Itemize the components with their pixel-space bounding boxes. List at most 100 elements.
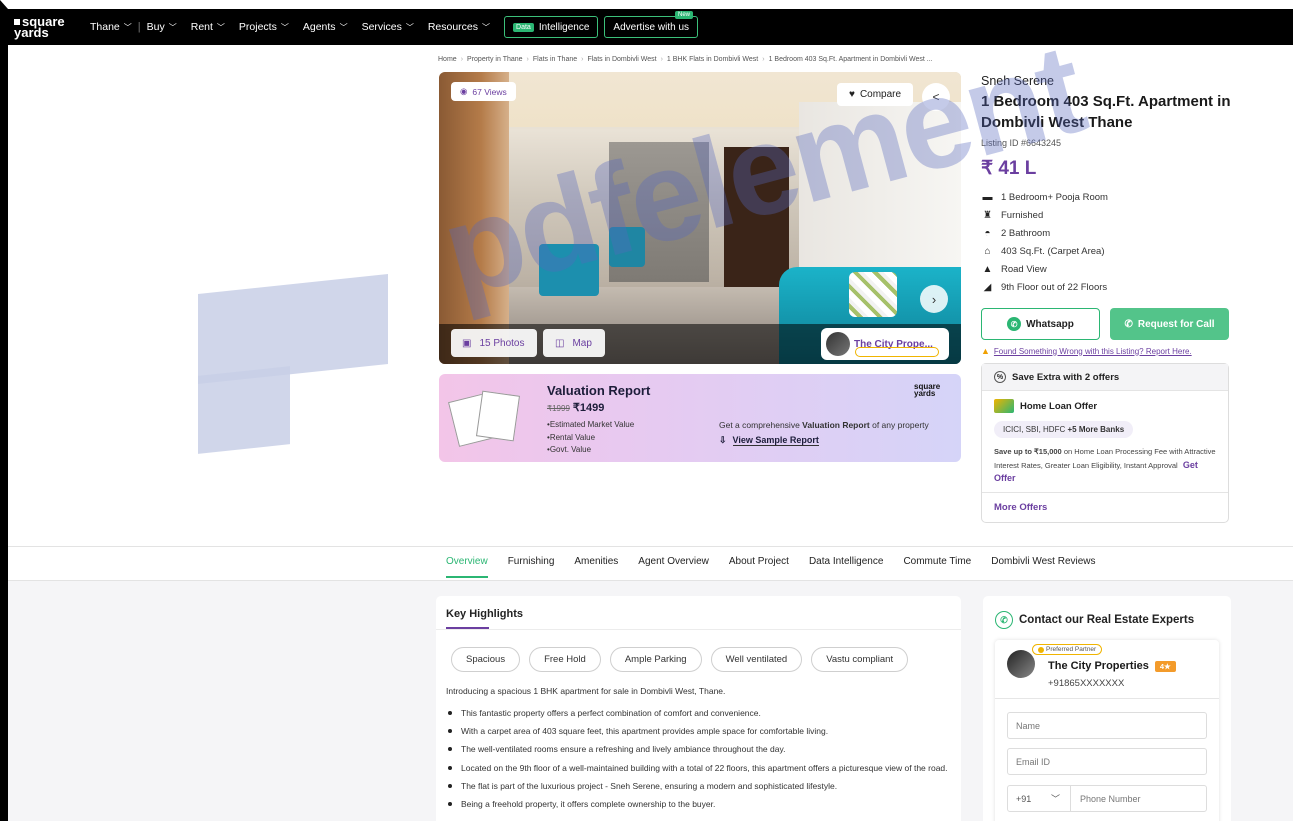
- chevron-down-icon: ﹀: [168, 22, 177, 32]
- more-offers-link[interactable]: More Offers: [982, 493, 1228, 522]
- list-item: Located on the 9th floor of a well-maint…: [446, 759, 956, 777]
- nav-item-buy[interactable]: Buy ﹀: [147, 21, 177, 33]
- feature-text: 2 Bathroom: [1001, 227, 1051, 239]
- whatsapp-button[interactable]: ✆ Whatsapp: [981, 308, 1100, 340]
- chevron-right-icon: ›: [762, 56, 765, 63]
- tab-overview[interactable]: Overview: [446, 556, 488, 578]
- listing-id: Listing ID #6643245: [981, 138, 1062, 148]
- breadcrumb-item[interactable]: Home: [438, 56, 457, 63]
- tab-furnishing[interactable]: Furnishing: [508, 556, 555, 578]
- highlight-pill: Ample Parking: [609, 647, 702, 672]
- listing-title: 1 Bedroom 403 Sq.Ft. Apartment in Dombiv…: [981, 93, 1231, 131]
- photo-chair: [609, 227, 645, 267]
- valuation-report-banner[interactable]: Valuation Report ₹1999₹1499 Estimated Ma…: [439, 374, 961, 462]
- breadcrumb-item[interactable]: Flats in Thane: [533, 56, 577, 63]
- squareyards-logo[interactable]: square yards: [8, 12, 72, 42]
- breadcrumb-item[interactable]: Property in Thane: [467, 56, 523, 63]
- nav-item-thane[interactable]: Thane ﹀: [90, 21, 132, 33]
- logo-text-bottom: yards: [914, 389, 936, 398]
- offers-title: Save Extra with 2 offers: [1012, 371, 1120, 383]
- share-button[interactable]: <: [922, 83, 950, 111]
- advertise-button[interactable]: Advertise with us New: [604, 11, 699, 38]
- map-button[interactable]: ◫ Map: [543, 329, 605, 357]
- nav-item-rent[interactable]: Rent ﹀: [191, 21, 225, 33]
- top-nav: square yards Thane ﹀ | Buy ﹀ Rent ﹀ Project…: [8, 9, 1293, 45]
- list-item: This fantastic property offers a perfect…: [446, 704, 956, 722]
- sofa-icon: ♜: [983, 209, 992, 221]
- chevron-down-icon: ﹀: [216, 22, 225, 32]
- home-icon: ⌂: [984, 245, 991, 257]
- highlight-pill: Well ventilated: [710, 647, 803, 672]
- image-icon: ▣: [462, 337, 472, 349]
- contact-header: ✆ Contact our Real Estate Experts: [995, 611, 1194, 629]
- tab-amenities[interactable]: Amenities: [574, 556, 618, 578]
- stairs-icon: ◢: [983, 281, 992, 293]
- page: square yards Thane ﹀ | Buy ﹀ Rent ﹀ Project…: [0, 0, 1293, 821]
- feature-view: ▲ Road View: [981, 260, 1231, 278]
- compare-button[interactable]: ♥ Compare: [837, 83, 914, 106]
- nav-label: Rent: [190, 21, 213, 33]
- valuation-description: Get a comprehensive Valuation Report of …: [719, 420, 929, 430]
- photo-door: [724, 147, 789, 297]
- feature-bathrooms: ◓ 2 Bathroom: [981, 224, 1231, 242]
- banks-pill[interactable]: ICICI, SBI, HDFC +5 More Banks: [994, 421, 1134, 438]
- nav-item-services[interactable]: Services ﹀: [362, 21, 414, 33]
- tab-commute-time[interactable]: Commute Time: [903, 556, 971, 578]
- eye-icon: ◉: [460, 86, 468, 96]
- sample-label: View Sample Report: [732, 435, 819, 446]
- request-call-button[interactable]: ✆ Request for Call: [1110, 308, 1229, 340]
- key-highlights-card: Key Highlights Spacious Free Hold Ample …: [436, 596, 961, 821]
- country-code-select[interactable]: +91 ﹀: [1008, 786, 1071, 811]
- country-code: +91: [1016, 793, 1032, 804]
- rating-badge: 4★: [1154, 660, 1176, 672]
- offer-description: Save up to ₹15,000 on Home Loan Processi…: [994, 446, 1216, 486]
- agent-contact-form: Preferred Partner The City Properties 4★ …: [995, 640, 1219, 821]
- section-tabs: Overview Furnishing Amenities Agent Over…: [446, 556, 1096, 578]
- agent-chip[interactable]: The City Prope...: [821, 328, 949, 360]
- valuation-price: ₹1999 ₹1499: [547, 401, 604, 414]
- highlight-pills: Spacious Free Hold Ample Parking Well ve…: [451, 647, 909, 672]
- project-name[interactable]: Sneh Serene: [981, 74, 1231, 88]
- agent-name-text: The City Properties: [1048, 660, 1149, 672]
- listing-price: ₹ 41 L: [981, 158, 1037, 179]
- agent-name[interactable]: The City Properties 4★: [1048, 660, 1176, 672]
- nav-divider: |: [137, 21, 141, 33]
- tab-reviews[interactable]: Dombivli West Reviews: [991, 556, 1095, 578]
- tab-about-project[interactable]: About Project: [729, 556, 789, 578]
- name-input[interactable]: Name: [1007, 712, 1207, 739]
- report-listing-link[interactable]: ▲ Found Something Wrong with this Listing…: [981, 346, 1231, 356]
- breadcrumb: Home › Property in Thane › Flats in Thane ›…: [438, 56, 933, 63]
- agent-avatar: [1007, 650, 1035, 678]
- breadcrumb-item[interactable]: 1 BHK Flats in Dombivli West: [667, 56, 758, 63]
- nav-item-projects[interactable]: Projects ﹀: [239, 21, 289, 33]
- view-sample-report-link[interactable]: ⇩ View Sample Report: [719, 435, 819, 446]
- heart-icon: ♥: [849, 89, 855, 100]
- nav-item-resources[interactable]: Resources ﹀: [428, 21, 490, 33]
- squareyards-logo-small: square yards: [914, 383, 940, 398]
- report-documents-icon: [448, 389, 523, 447]
- whatsapp-icon: ✆: [1007, 317, 1022, 331]
- breadcrumb-item[interactable]: Flats in Dombivli West: [587, 56, 656, 63]
- photos-button[interactable]: ▣ 15 Photos: [451, 329, 537, 357]
- valuation-items: Estimated Market Value Rental Value Govt…: [547, 419, 634, 457]
- tab-agent-overview[interactable]: Agent Overview: [638, 556, 709, 578]
- nav-label: Buy: [146, 21, 165, 33]
- whatsapp-label: Whatsapp: [1026, 318, 1074, 330]
- phone-input-row: +91 ﹀ Phone Number: [1007, 785, 1207, 812]
- next-photo-button[interactable]: ›: [920, 285, 948, 313]
- email-input[interactable]: Email ID: [1007, 748, 1207, 775]
- chevron-down-icon: ﹀: [123, 22, 132, 32]
- data-intelligence-button[interactable]: Data Intelligence: [504, 16, 599, 38]
- chevron-right-icon: ›: [460, 56, 464, 63]
- phone-number-input[interactable]: Phone Number: [1071, 794, 1141, 804]
- preferred-label: Preferred Partner: [1046, 646, 1097, 653]
- list-item: The well-ventilated rooms ensure a refre…: [446, 740, 956, 758]
- property-photo-gallery[interactable]: ◉ 67 Views ♥ Compare < › ▣ 15 Photos ◫ Map T…: [439, 72, 961, 364]
- nav-item-agents[interactable]: Agents ﹀: [303, 21, 348, 33]
- money-icon: [994, 399, 1014, 413]
- list-item: With a carpet area of 403 square feet, t…: [446, 722, 956, 740]
- key-highlights-title: Key Highlights: [446, 608, 524, 620]
- road-icon: ▲: [982, 263, 993, 275]
- tab-data-intelligence[interactable]: Data Intelligence: [809, 556, 884, 578]
- offers-header: % Save Extra with 2 offers: [982, 364, 1228, 391]
